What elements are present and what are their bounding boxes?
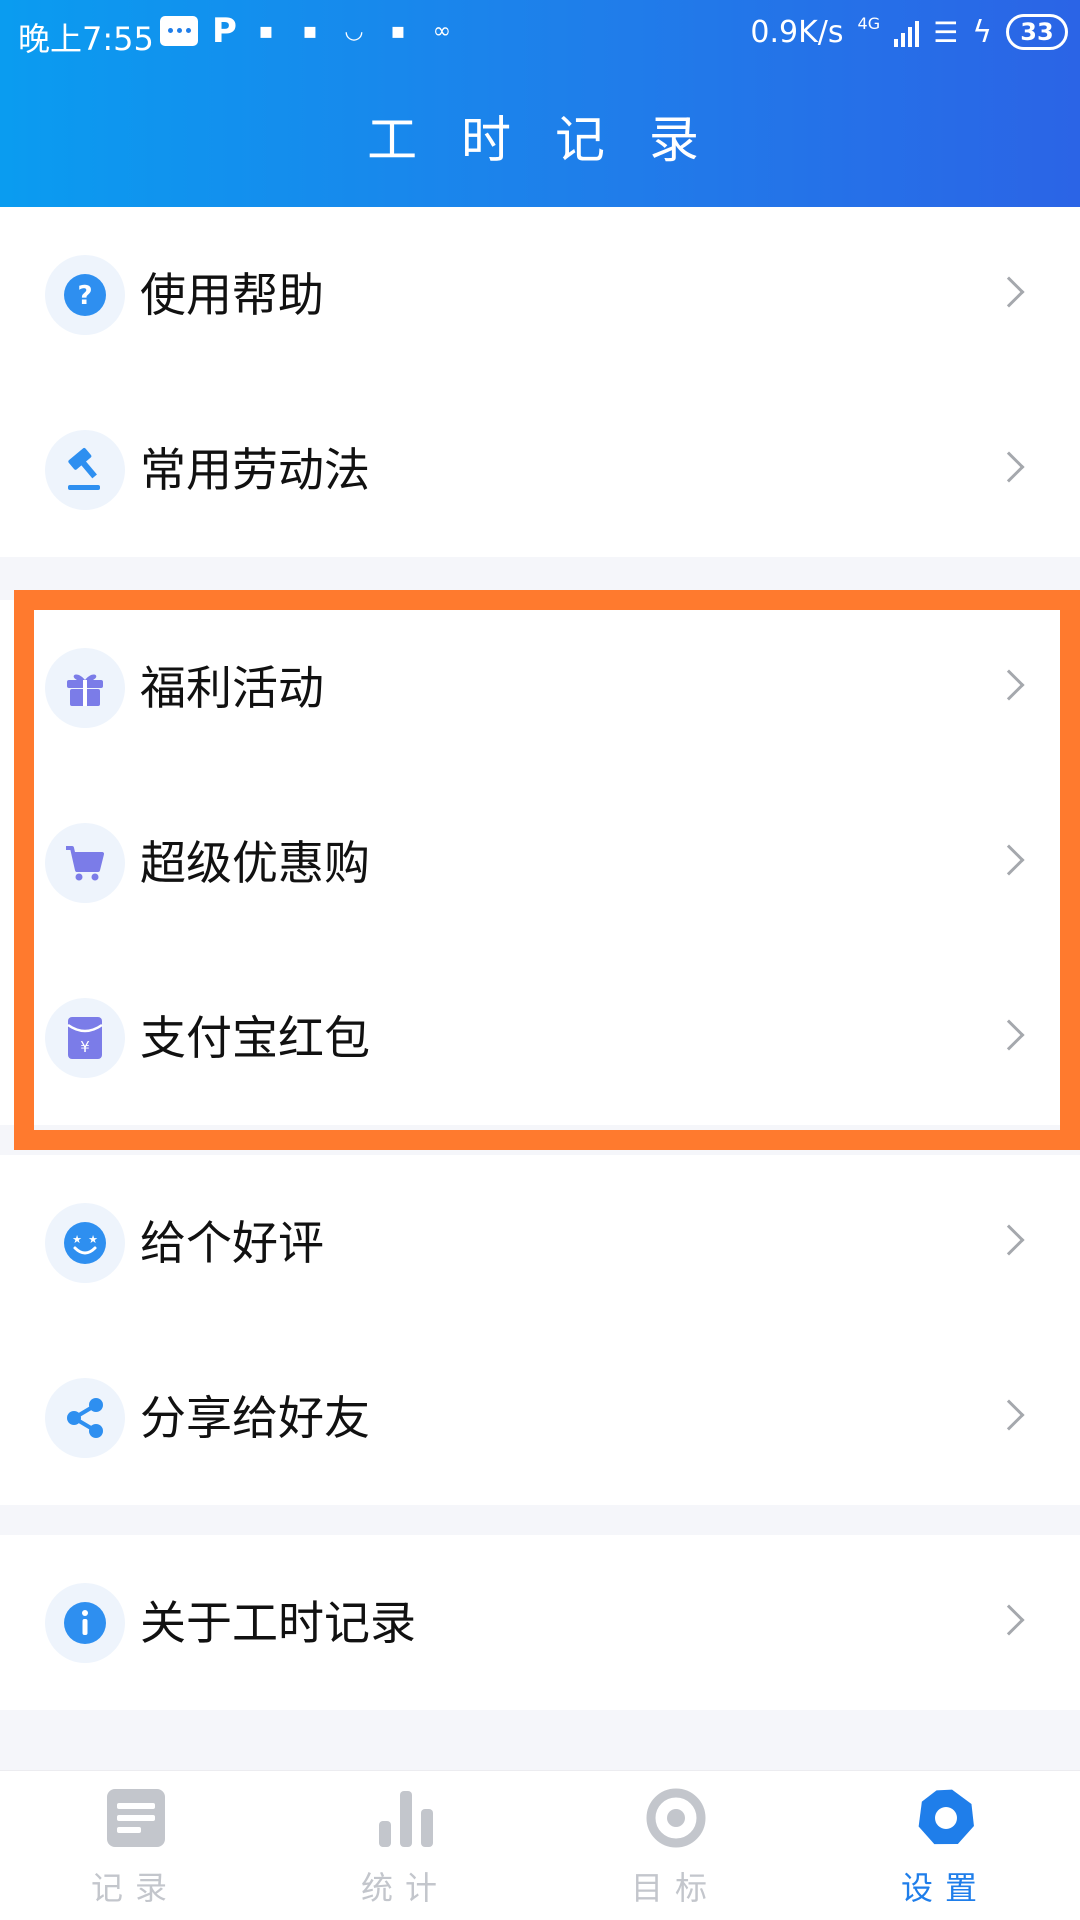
target-icon: [646, 1788, 706, 1848]
menu-item-super-deals[interactable]: 超级优惠购: [0, 775, 1080, 950]
battery-level: 33: [1020, 18, 1054, 46]
bar-chart-icon: [379, 1791, 433, 1847]
bottom-tab-bar: 记录 统计 目标 设置: [0, 1770, 1080, 1920]
tab-label: 目标: [630, 1869, 719, 1907]
chevron-right-icon: [993, 1604, 1025, 1636]
wifi-icon: ☰: [933, 15, 959, 49]
network-type: 4G: [857, 14, 881, 33]
svg-text:★: ★: [72, 1233, 82, 1246]
menu-item-share[interactable]: 分享给好友: [0, 1330, 1080, 1505]
svg-text:★: ★: [88, 1233, 98, 1246]
chevron-right-icon: [993, 1224, 1025, 1256]
svg-text:?: ?: [77, 281, 92, 311]
message-icon: [160, 16, 198, 46]
notification-icon: ▪: [390, 18, 406, 44]
tab-label: 统计: [360, 1869, 449, 1907]
menu-item-label: 超级优惠购: [140, 836, 370, 890]
battery-icon: 33: [1006, 14, 1068, 50]
menu-item-help[interactable]: ? 使用帮助: [0, 207, 1080, 382]
status-right: 0.9K/s 4G ☰ ϟ 33: [750, 14, 1068, 50]
chevron-right-icon: [993, 669, 1025, 701]
svg-text:¥: ¥: [80, 1038, 90, 1056]
menu-item-rate[interactable]: ★ ★ 给个好评: [0, 1155, 1080, 1330]
menu-item-label: 使用帮助: [140, 268, 324, 322]
notification-icons: P ▪ ▪ ◡ ▪ ∞: [160, 11, 457, 51]
chevron-right-icon: [993, 844, 1025, 876]
gavel-icon: [45, 430, 125, 510]
charging-icon: ϟ: [972, 14, 992, 50]
notification-icon: ▪: [302, 18, 318, 44]
tab-label: 记录: [90, 1869, 179, 1907]
p-app-icon: P: [212, 11, 237, 51]
notification-icon: ◡: [344, 18, 364, 44]
tab-goals[interactable]: 目标: [540, 1771, 810, 1920]
chevron-right-icon: [993, 451, 1025, 483]
tab-records[interactable]: 记录: [0, 1771, 270, 1920]
menu-item-labor-law[interactable]: 常用劳动法: [0, 382, 1080, 557]
tab-settings[interactable]: 设置: [810, 1771, 1080, 1920]
menu-group-share: ★ ★ 给个好评 分享给好友: [0, 1155, 1080, 1505]
chevron-right-icon: [993, 276, 1025, 308]
menu-group-about: 关于工时记录: [0, 1535, 1080, 1710]
smile-star-icon: ★ ★: [45, 1203, 125, 1283]
status-time: 晚上7:55: [18, 20, 154, 58]
menu-item-label: 支付宝红包: [140, 1011, 370, 1065]
menu-item-label: 给个好评: [140, 1216, 324, 1270]
shopping-cart-icon: [45, 823, 125, 903]
tab-label: 设置: [900, 1869, 989, 1907]
chevron-right-icon: [993, 1019, 1025, 1051]
menu-item-label: 常用劳动法: [140, 443, 370, 497]
chevron-right-icon: [993, 1399, 1025, 1431]
menu-item-label: 福利活动: [140, 661, 324, 715]
app-header: 晚上7:55 P ▪ ▪ ◡ ▪ ∞ 0.9K/s 4G ☰ ϟ 33 工 时 …: [0, 0, 1080, 207]
gift-icon: [45, 648, 125, 728]
menu-group-promotions: 福利活动 超级优惠购 ¥ 支付宝红包: [0, 600, 1080, 1125]
settings-icon: [918, 1789, 974, 1845]
menu-item-about[interactable]: 关于工时记录: [0, 1535, 1080, 1710]
info-icon: [45, 1583, 125, 1663]
tab-statistics[interactable]: 统计: [270, 1771, 540, 1920]
menu-item-benefits[interactable]: 福利活动: [0, 600, 1080, 775]
red-packet-icon: ¥: [45, 998, 125, 1078]
signal-icon: [894, 17, 920, 47]
notification-icon: ∞: [432, 18, 452, 44]
menu-group-help: ? 使用帮助 常用劳动法: [0, 207, 1080, 557]
page-title: 工 时 记 录: [367, 111, 713, 169]
menu-item-label: 分享给好友: [140, 1391, 370, 1445]
menu-item-alipay-red-packet[interactable]: ¥ 支付宝红包: [0, 950, 1080, 1125]
notification-icon: ▪: [258, 18, 274, 44]
net-speed: 0.9K/s: [750, 14, 844, 50]
share-icon: [45, 1378, 125, 1458]
menu-item-label: 关于工时记录: [140, 1596, 416, 1650]
status-bar: 晚上7:55 P ▪ ▪ ◡ ▪ ∞ 0.9K/s 4G ☰ ϟ 33: [0, 0, 1080, 72]
help-circle-icon: ?: [45, 255, 125, 335]
document-icon: [107, 1789, 165, 1847]
